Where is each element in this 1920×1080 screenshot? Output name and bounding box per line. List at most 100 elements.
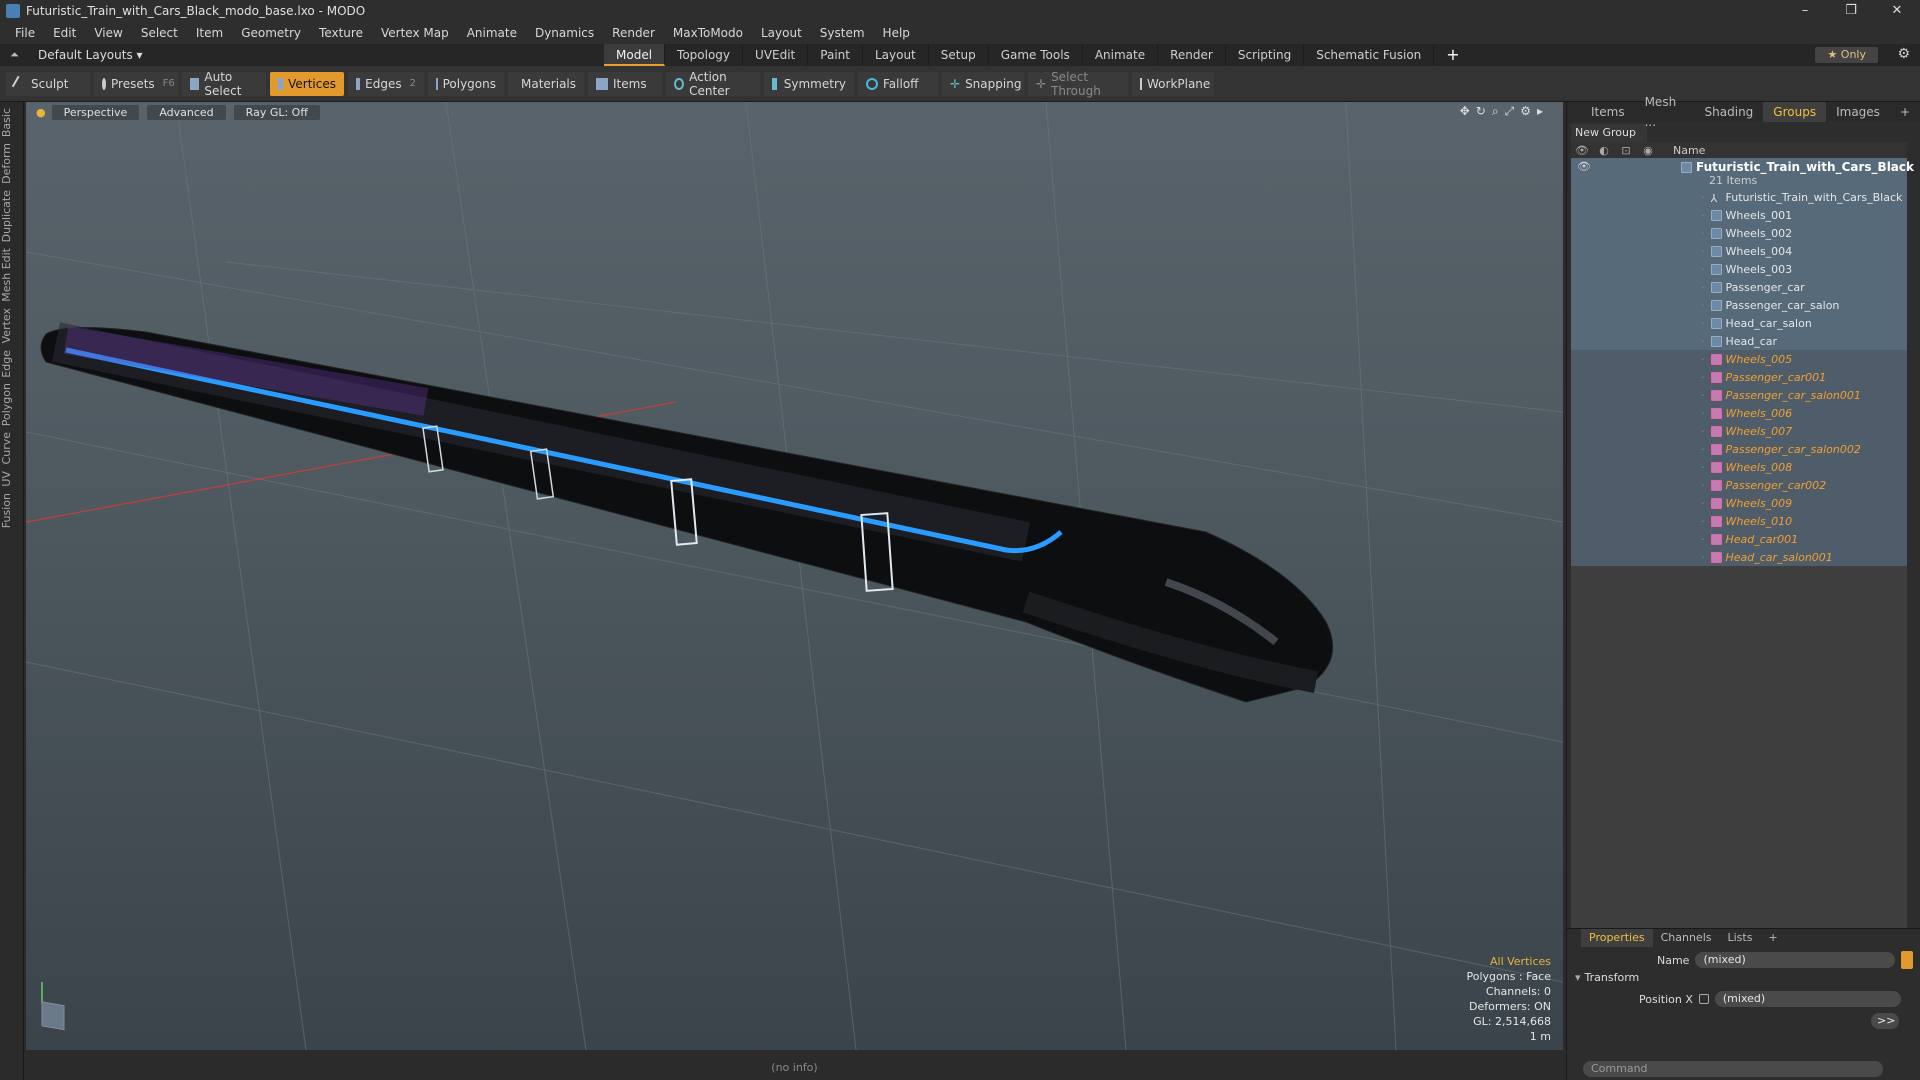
sidebar-tab-duplicate[interactable]: Duplicate xyxy=(0,190,24,242)
add-properties-tab-button[interactable]: + xyxy=(1760,929,1785,947)
minimize-button[interactable]: – xyxy=(1782,0,1828,22)
group-item-row[interactable]: · ⅄ Futuristic_Train_with_Cars_Black xyxy=(1571,188,1907,206)
sidebar-tab-fusion[interactable]: Fusion xyxy=(0,493,24,528)
tab-mesh[interactable]: Mesh ... xyxy=(1635,92,1695,132)
group-item-row[interactable]: · Wheels_005 xyxy=(1571,350,1907,368)
menu-geometry[interactable]: Geometry xyxy=(232,26,310,40)
sidebar-tab-vertex[interactable]: Vertex xyxy=(0,308,24,343)
tab-items[interactable]: Items xyxy=(1581,102,1635,122)
add-panel-tab-button[interactable]: + xyxy=(1890,102,1920,122)
materials-button[interactable]: Materials xyxy=(508,71,584,96)
menu-item[interactable]: Item xyxy=(187,26,232,40)
menu-render[interactable]: Render xyxy=(603,26,664,40)
group-item-row[interactable]: · Head_car xyxy=(1571,332,1907,350)
tab-channels[interactable]: Channels xyxy=(1653,929,1720,947)
sidebar-tab-curve[interactable]: Curve xyxy=(0,432,24,464)
rotate-icon[interactable]: ↻ xyxy=(1476,104,1492,118)
maximize-button[interactable]: ❐ xyxy=(1828,0,1874,22)
falloff-button[interactable]: Falloff xyxy=(858,71,938,96)
sidebar-tab-uv[interactable]: UV xyxy=(0,471,24,487)
group-item-row[interactable]: · Passenger_car_salon001 xyxy=(1571,386,1907,404)
group-item-row[interactable]: · Passenger_car_salon xyxy=(1571,296,1907,314)
sculpt-button[interactable]: Sculpt xyxy=(6,71,90,96)
sidebar-tab-polygon[interactable]: Polygon xyxy=(0,383,24,426)
workplane-button[interactable]: WorkPlane xyxy=(1132,71,1214,96)
group-item-row[interactable]: · Head_car_salon001 xyxy=(1571,548,1907,566)
tab-scripting[interactable]: Scripting xyxy=(1226,44,1305,66)
sidebar-tab-deform[interactable]: Deform xyxy=(0,143,24,184)
sidebar-tab-mesh-edit[interactable]: Mesh Edit xyxy=(0,248,24,302)
viewport-menu-icon[interactable]: ● xyxy=(36,106,46,119)
tab-shading[interactable]: Shading xyxy=(1695,102,1764,122)
group-row[interactable]: 👁 Futuristic_Train_with_Cars_Black 21 It… xyxy=(1571,158,1914,188)
presets-button[interactable]: Presets F6 xyxy=(94,71,178,96)
new-group-button[interactable]: New Group xyxy=(1571,124,1647,142)
items-button[interactable]: Items xyxy=(588,71,662,96)
pan-icon[interactable]: ✥ xyxy=(1460,104,1476,118)
perspective-button[interactable]: Perspective xyxy=(51,104,140,120)
eye-icon[interactable]: 👁 xyxy=(1577,160,1591,173)
menu-texture[interactable]: Texture xyxy=(310,26,372,40)
tab-uvedit[interactable]: UVEdit xyxy=(743,44,809,66)
sidebar-tab-basic[interactable]: Basic xyxy=(0,108,24,137)
tab-layout[interactable]: Layout xyxy=(863,44,929,66)
layout-toggle-icon[interactable]: ⏶ xyxy=(10,48,19,62)
only-toggle-button[interactable]: ★ Only xyxy=(1815,47,1878,63)
advanced-button[interactable]: Advanced xyxy=(147,104,226,120)
menu-edit[interactable]: Edit xyxy=(44,26,85,40)
menu-system[interactable]: System xyxy=(811,26,874,40)
group-item-row[interactable]: · Wheels_009 xyxy=(1571,494,1907,512)
command-input[interactable]: Command xyxy=(1583,1061,1883,1077)
group-item-row[interactable]: · Wheels_006 xyxy=(1571,404,1907,422)
raygl-button[interactable]: Ray GL: Off xyxy=(233,104,320,120)
viewport-expand-icon[interactable]: ▸ xyxy=(1537,104,1549,118)
menu-help[interactable]: Help xyxy=(874,26,919,40)
sidebar-tab-edge[interactable]: Edge xyxy=(0,350,24,378)
name-options-button[interactable] xyxy=(1901,951,1914,969)
3d-viewport[interactable]: ● Perspective Advanced Ray GL: Off ✥↻⌕⤢⚙… xyxy=(26,102,1563,1050)
action-center-button[interactable]: Action Center xyxy=(666,70,760,98)
more-button[interactable]: >> xyxy=(1871,1013,1899,1029)
tab-model[interactable]: Model xyxy=(604,44,666,66)
group-item-row[interactable]: · Wheels_008 xyxy=(1571,458,1907,476)
tab-topology[interactable]: Topology xyxy=(665,44,744,66)
group-item-row[interactable]: · Head_car001 xyxy=(1571,530,1907,548)
fit-icon[interactable]: ⤢ xyxy=(1505,104,1521,118)
group-item-row[interactable]: · Passenger_car002 xyxy=(1571,476,1907,494)
group-item-row[interactable]: · Head_car_salon xyxy=(1571,314,1907,332)
name-field[interactable]: (mixed) xyxy=(1695,952,1896,968)
close-button[interactable]: ✕ xyxy=(1874,0,1920,22)
group-item-row[interactable]: · Wheels_003 xyxy=(1571,260,1907,278)
menu-dynamics[interactable]: Dynamics xyxy=(526,26,603,40)
menu-layout[interactable]: Layout xyxy=(752,26,811,40)
tab-images[interactable]: Images xyxy=(1826,102,1890,122)
tab-lists[interactable]: Lists xyxy=(1720,929,1761,947)
default-layouts-dropdown[interactable]: Default Layouts ▾ xyxy=(38,48,143,62)
tab-animate[interactable]: Animate xyxy=(1083,44,1159,66)
viewport-settings-icon[interactable]: ⚙ xyxy=(1520,104,1537,118)
group-item-row[interactable]: · Passenger_car_salon002 xyxy=(1571,440,1907,458)
position-x-field[interactable]: (mixed) xyxy=(1714,991,1901,1007)
group-item-row[interactable]: · Wheels_007 xyxy=(1571,422,1907,440)
zoom-icon[interactable]: ⌕ xyxy=(1492,104,1505,118)
symmetry-button[interactable]: Symmetry xyxy=(764,71,854,96)
tab-render[interactable]: Render xyxy=(1158,44,1226,66)
group-item-row[interactable]: · Wheels_001 xyxy=(1571,206,1907,224)
edges-button[interactable]: Edges 2 xyxy=(348,71,424,96)
menu-animate[interactable]: Animate xyxy=(458,26,526,40)
tab-groups[interactable]: Groups xyxy=(1763,102,1827,122)
transform-section[interactable]: ▾ Transform xyxy=(1575,971,1639,984)
add-tab-button[interactable]: + xyxy=(1434,44,1471,66)
gear-icon[interactable]: ⚙ xyxy=(1897,46,1910,62)
menu-vertex-map[interactable]: Vertex Map xyxy=(372,26,458,40)
menu-file[interactable]: File xyxy=(6,26,44,40)
polygons-button[interactable]: Polygons xyxy=(428,71,504,96)
position-x-key-icon[interactable] xyxy=(1698,994,1709,1004)
group-item-row[interactable]: · Wheels_004 xyxy=(1571,242,1907,260)
tab-schematic-fusion[interactable]: Schematic Fusion xyxy=(1304,44,1435,66)
tab-properties[interactable]: Properties xyxy=(1581,929,1653,947)
tab-game-tools[interactable]: Game Tools xyxy=(989,44,1083,66)
group-item-row[interactable]: · Wheels_002 xyxy=(1571,224,1907,242)
vertices-button[interactable]: Vertices xyxy=(270,71,344,96)
tab-paint[interactable]: Paint xyxy=(808,44,863,66)
